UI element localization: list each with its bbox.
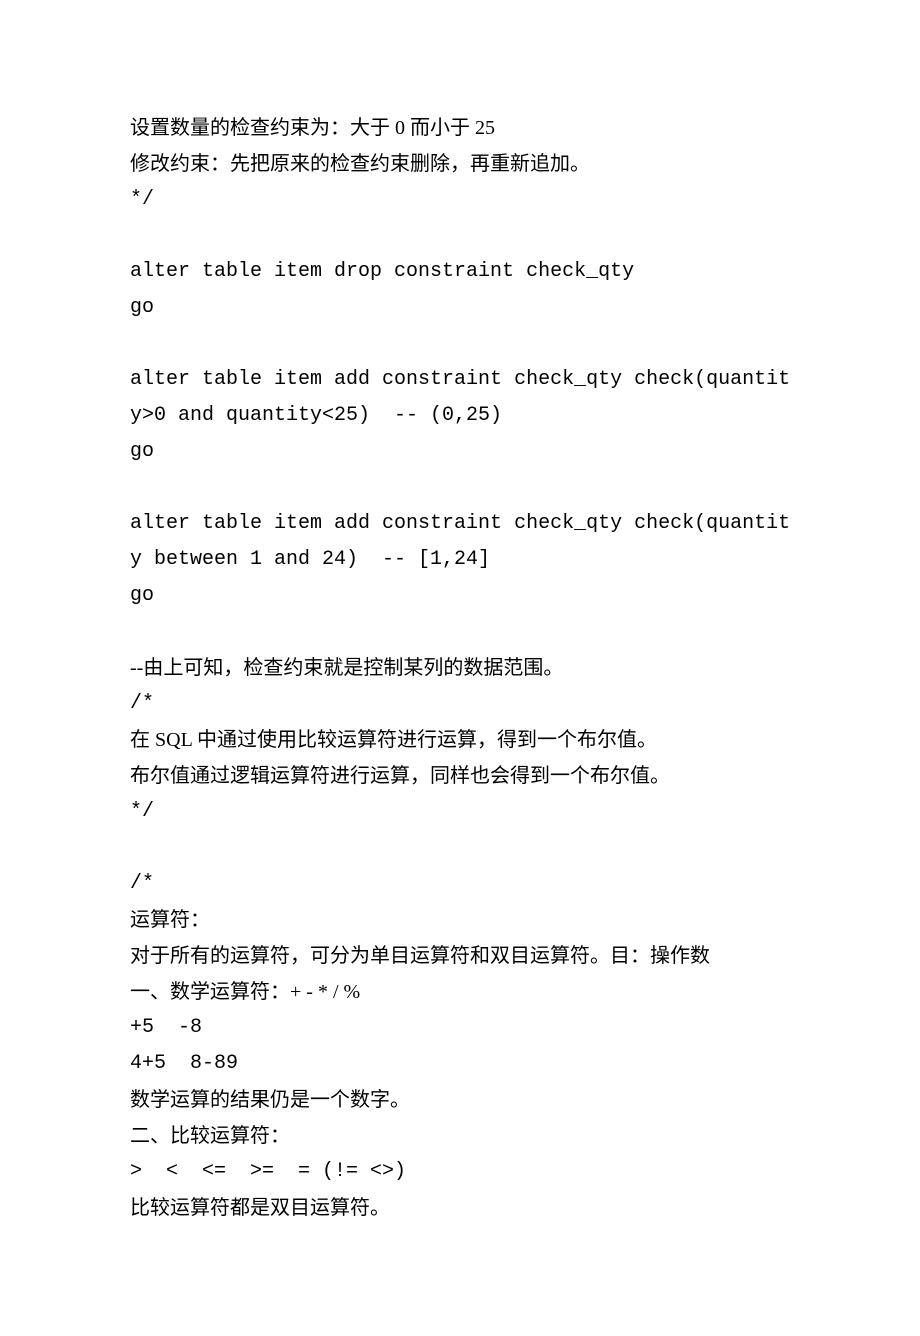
code-line: 4+5 8-89 [130, 1046, 800, 1082]
code-line: /* [130, 866, 800, 902]
code-line: go [130, 434, 800, 470]
blank-line [130, 614, 800, 650]
blank-line [130, 470, 800, 506]
code-line: go [130, 290, 800, 326]
code-line: alter table item add constraint check_qt… [130, 362, 800, 434]
code-line: alter table item drop constraint check_q… [130, 254, 800, 290]
text-line: 修改约束：先把原来的检查约束删除，再重新追加。 [130, 146, 800, 182]
code-line: */ [130, 794, 800, 830]
blank-line [130, 218, 800, 254]
code-line: /* [130, 686, 800, 722]
document-page: 设置数量的检查约束为：大于 0 而小于 25修改约束：先把原来的检查约束删除，再… [0, 0, 920, 1336]
code-line: go [130, 578, 800, 614]
text-line: 比较运算符都是双目运算符。 [130, 1190, 800, 1226]
text-line: 在 SQL 中通过使用比较运算符进行运算，得到一个布尔值。 [130, 722, 800, 758]
code-line: */ [130, 182, 800, 218]
text-line: 设置数量的检查约束为：大于 0 而小于 25 [130, 110, 800, 146]
blank-line [130, 830, 800, 866]
text-line: 布尔值通过逻辑运算符进行运算，同样也会得到一个布尔值。 [130, 758, 800, 794]
text-line: --由上可知，检查约束就是控制某列的数据范围。 [130, 650, 800, 686]
text-line: 对于所有的运算符，可分为单目运算符和双目运算符。目：操作数 [130, 938, 800, 974]
code-line: +5 -8 [130, 1010, 800, 1046]
text-line: 一、数学运算符：+ - * / % [130, 974, 800, 1010]
blank-line [130, 326, 800, 362]
text-line: 数学运算的结果仍是一个数字。 [130, 1082, 800, 1118]
text-line: 二、比较运算符： [130, 1118, 800, 1154]
code-line: > < <= >= = (!= <>) [130, 1154, 800, 1190]
code-line: alter table item add constraint check_qt… [130, 506, 800, 578]
text-line: 运算符： [130, 902, 800, 938]
